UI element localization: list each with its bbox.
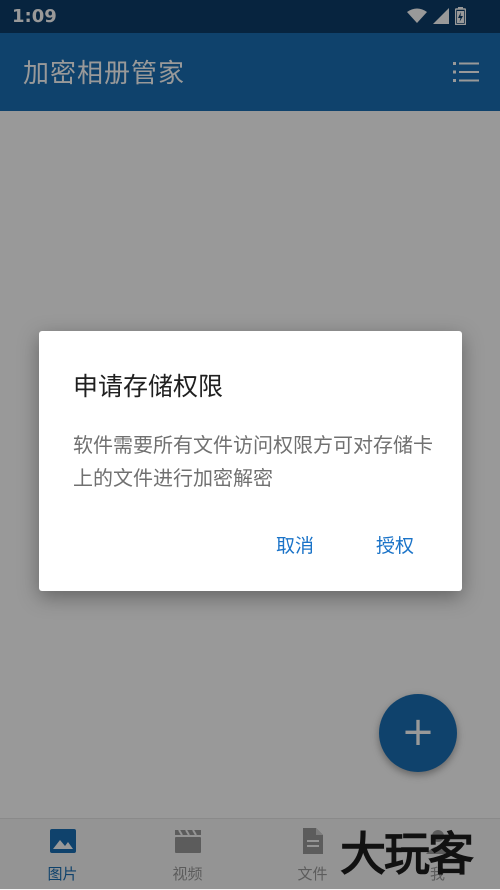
cancel-button[interactable]: 取消 [276,531,314,558]
dialog-message: 软件需要所有文件访问权限方可对存储卡上的文件进行加密解密 [73,433,433,490]
watermark-logo: 大玩客 [340,827,474,881]
dialog-title: 申请存储权限 [73,372,224,401]
storage-permission-dialog: 申请存储权限 软件需要所有文件访问权限方可对存储卡上的文件进行加密解密 取消 授… [39,331,462,591]
grant-button[interactable]: 授权 [376,531,414,558]
